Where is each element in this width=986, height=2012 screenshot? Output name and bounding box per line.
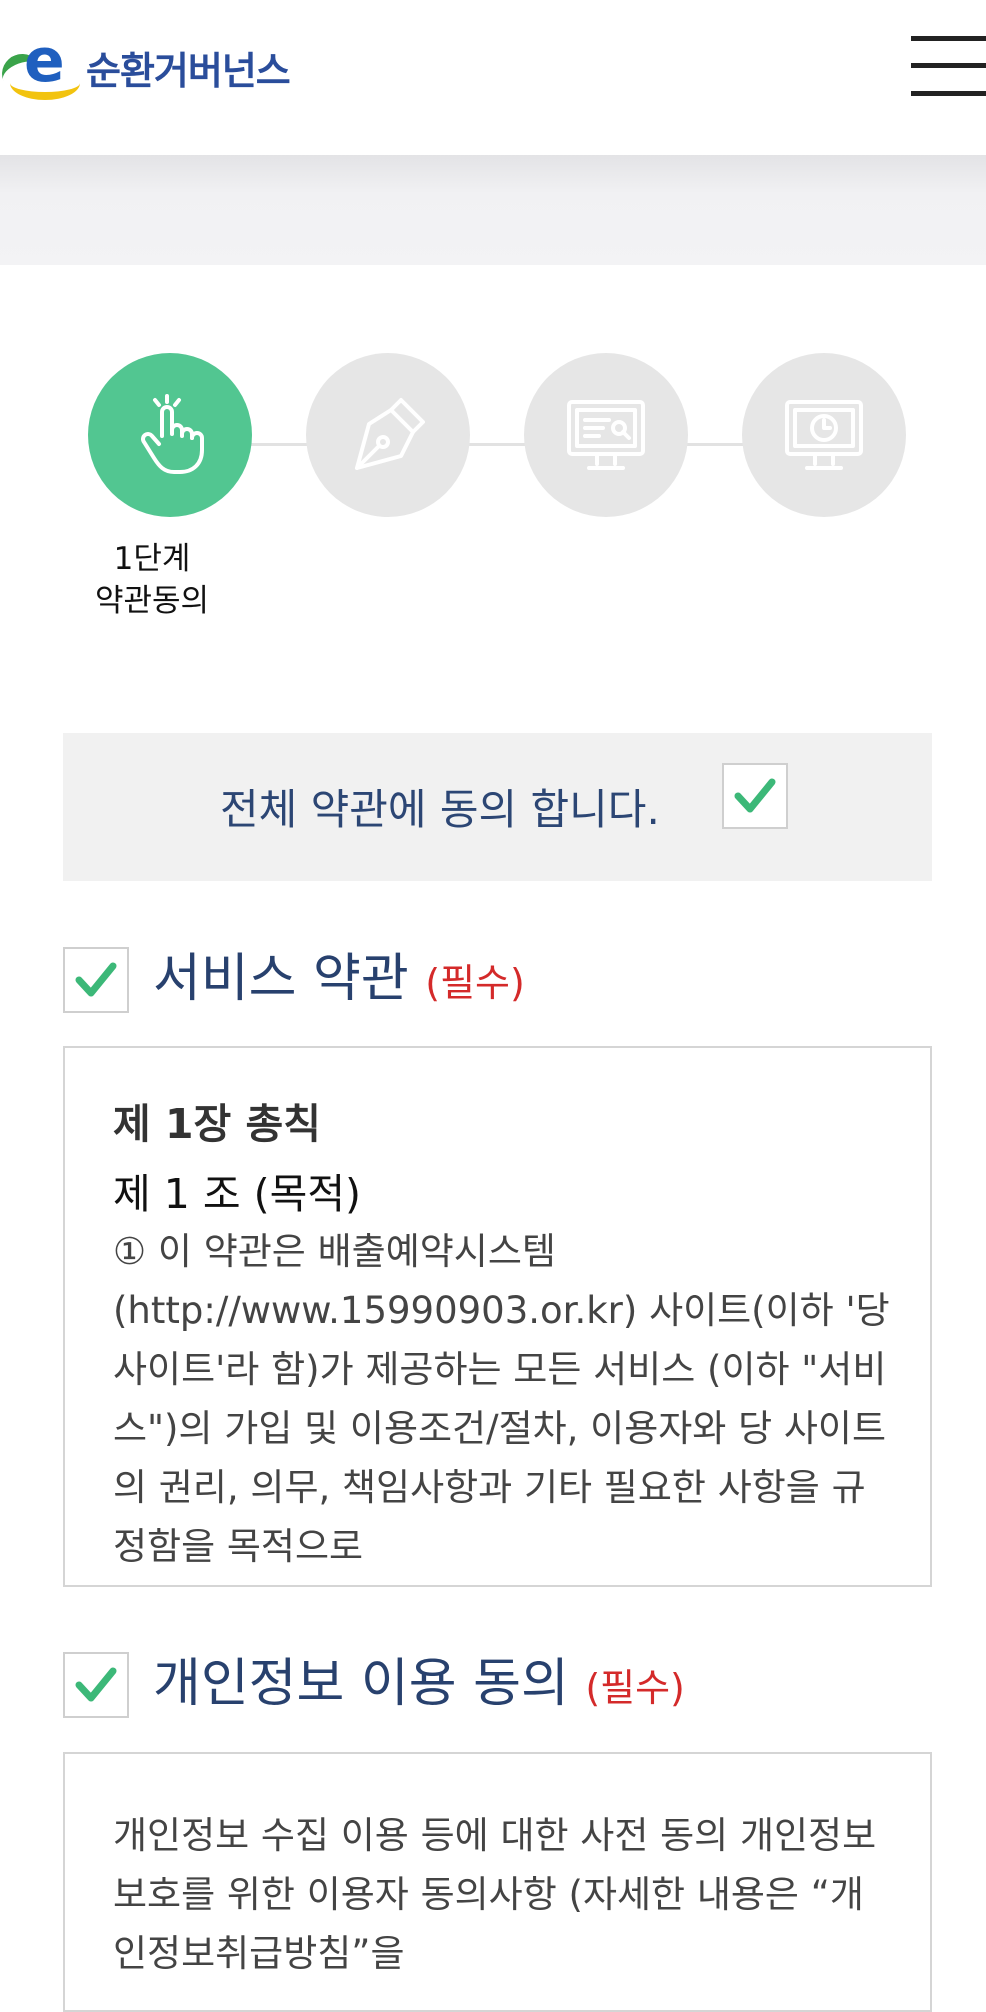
agree-all-label: 전체 약관에 동의 합니다. xyxy=(220,785,660,834)
site-logo[interactable]: e 순환거버넌스 xyxy=(0,30,291,100)
privacy-body-text: 개인정보 수집 이용 등에 대한 사전 동의 개인정보보호를 위한 이용자 동의… xyxy=(113,1814,877,1975)
agree-all-panel: 전체 약관에 동의 합니다. xyxy=(63,733,932,881)
logo-mark-icon: e xyxy=(0,30,84,100)
page-banner xyxy=(0,155,986,265)
pen-nib-icon xyxy=(355,398,425,470)
monitor-search-icon xyxy=(567,400,645,470)
privacy-terms-box[interactable]: 개인정보 수집 이용 등에 대한 사전 동의 개인정보보호를 위한 이용자 동의… xyxy=(63,1752,932,2012)
service-terms-title: 서비스 약관 (필수) xyxy=(153,949,525,1009)
required-badge: (필수) xyxy=(425,961,525,1005)
check-icon xyxy=(75,962,117,997)
agree-all-checkbox[interactable] xyxy=(722,763,788,829)
terms-chapter-heading: 제 1장 총칙 xyxy=(113,1100,321,1148)
step-4-complete xyxy=(742,353,906,517)
required-badge: (필수) xyxy=(585,1666,685,1710)
privacy-terms-title: 개인정보 이용 동의 (필수) xyxy=(153,1654,685,1714)
check-icon xyxy=(75,1667,117,1702)
step-2-info-entry xyxy=(306,353,470,517)
service-terms-box[interactable]: 제 1장 총칙 제 1 조 (목적) ① 이 약관은 배출예약시스템 (http… xyxy=(63,1046,932,1587)
tap-hand-icon xyxy=(141,394,204,474)
service-terms-checkbox[interactable] xyxy=(63,947,129,1013)
logo-text: 순환거버넌스 xyxy=(86,48,291,93)
terms-body-text: ① 이 약관은 배출예약시스템 (http://www.15990903.or.… xyxy=(113,1230,890,1568)
step-1-agree-terms xyxy=(88,353,252,517)
step-3-review xyxy=(524,353,688,517)
step-1-label: 1단계 약관동의 xyxy=(94,541,210,619)
terms-article-heading: 제 1 조 (목적) xyxy=(113,1170,362,1218)
step-connector-line xyxy=(170,443,830,446)
header-bar: e 순환거버넌스 xyxy=(0,0,986,155)
privacy-terms-checkbox[interactable] xyxy=(63,1652,129,1718)
check-icon xyxy=(734,778,776,813)
hamburger-menu-icon[interactable] xyxy=(911,36,986,98)
monitor-clock-icon xyxy=(785,400,863,470)
